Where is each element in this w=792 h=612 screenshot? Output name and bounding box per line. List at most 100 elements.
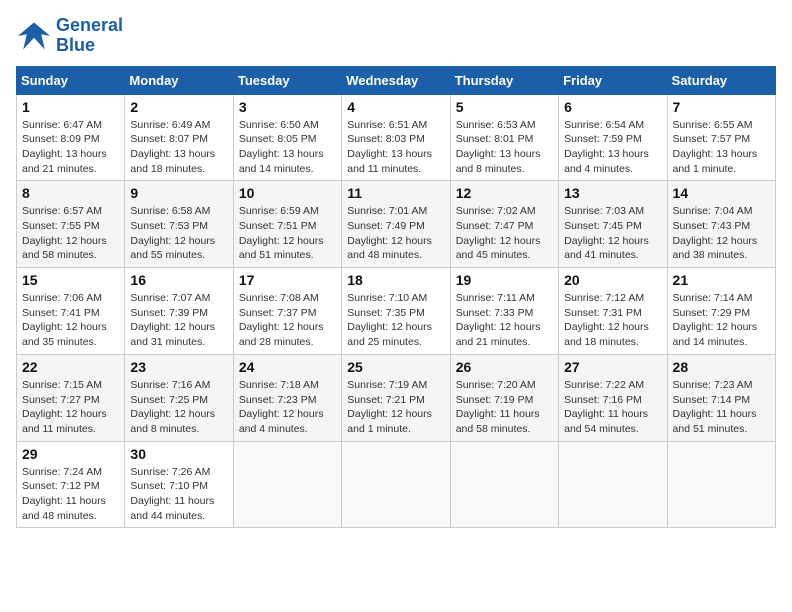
day-number: 24	[239, 359, 336, 375]
day-info: Sunrise: 7:08 AMSunset: 7:37 PMDaylight:…	[239, 291, 336, 350]
calendar-cell: 30 Sunrise: 7:26 AMSunset: 7:10 PMDaylig…	[125, 441, 233, 528]
calendar-cell: 17 Sunrise: 7:08 AMSunset: 7:37 PMDaylig…	[233, 268, 341, 355]
day-number: 22	[22, 359, 119, 375]
day-number: 3	[239, 99, 336, 115]
day-info: Sunrise: 7:20 AMSunset: 7:19 PMDaylight:…	[456, 378, 553, 437]
column-header-thursday: Thursday	[450, 66, 558, 94]
day-number: 19	[456, 272, 553, 288]
day-info: Sunrise: 6:49 AMSunset: 8:07 PMDaylight:…	[130, 118, 227, 177]
day-number: 13	[564, 185, 661, 201]
column-headers: SundayMondayTuesdayWednesdayThursdayFrid…	[17, 66, 776, 94]
day-info: Sunrise: 7:11 AMSunset: 7:33 PMDaylight:…	[456, 291, 553, 350]
calendar-cell: 3 Sunrise: 6:50 AMSunset: 8:05 PMDayligh…	[233, 94, 341, 181]
calendar-cell	[233, 441, 341, 528]
calendar-table: SundayMondayTuesdayWednesdayThursdayFrid…	[16, 66, 776, 529]
calendar-cell: 7 Sunrise: 6:55 AMSunset: 7:57 PMDayligh…	[667, 94, 775, 181]
logo: General Blue	[16, 16, 123, 56]
day-number: 2	[130, 99, 227, 115]
day-number: 29	[22, 446, 119, 462]
calendar-cell: 28 Sunrise: 7:23 AMSunset: 7:14 PMDaylig…	[667, 354, 775, 441]
day-number: 27	[564, 359, 661, 375]
day-info: Sunrise: 7:19 AMSunset: 7:21 PMDaylight:…	[347, 378, 444, 437]
calendar-cell: 29 Sunrise: 7:24 AMSunset: 7:12 PMDaylig…	[17, 441, 125, 528]
column-header-friday: Friday	[559, 66, 667, 94]
day-info: Sunrise: 7:26 AMSunset: 7:10 PMDaylight:…	[130, 465, 227, 524]
calendar-cell: 15 Sunrise: 7:06 AMSunset: 7:41 PMDaylig…	[17, 268, 125, 355]
day-number: 30	[130, 446, 227, 462]
calendar-cell: 5 Sunrise: 6:53 AMSunset: 8:01 PMDayligh…	[450, 94, 558, 181]
day-number: 25	[347, 359, 444, 375]
day-number: 7	[673, 99, 770, 115]
calendar-cell: 21 Sunrise: 7:14 AMSunset: 7:29 PMDaylig…	[667, 268, 775, 355]
day-number: 8	[22, 185, 119, 201]
day-number: 14	[673, 185, 770, 201]
day-info: Sunrise: 7:07 AMSunset: 7:39 PMDaylight:…	[130, 291, 227, 350]
calendar-cell: 20 Sunrise: 7:12 AMSunset: 7:31 PMDaylig…	[559, 268, 667, 355]
column-header-monday: Monday	[125, 66, 233, 94]
day-info: Sunrise: 6:47 AMSunset: 8:09 PMDaylight:…	[22, 118, 119, 177]
day-number: 28	[673, 359, 770, 375]
logo-icon	[16, 18, 52, 54]
calendar-cell: 11 Sunrise: 7:01 AMSunset: 7:49 PMDaylig…	[342, 181, 450, 268]
day-info: Sunrise: 6:55 AMSunset: 7:57 PMDaylight:…	[673, 118, 770, 177]
calendar-cell	[667, 441, 775, 528]
day-info: Sunrise: 7:12 AMSunset: 7:31 PMDaylight:…	[564, 291, 661, 350]
day-number: 12	[456, 185, 553, 201]
day-info: Sunrise: 6:57 AMSunset: 7:55 PMDaylight:…	[22, 204, 119, 263]
calendar-cell: 27 Sunrise: 7:22 AMSunset: 7:16 PMDaylig…	[559, 354, 667, 441]
calendar-week-5: 29 Sunrise: 7:24 AMSunset: 7:12 PMDaylig…	[17, 441, 776, 528]
day-info: Sunrise: 7:22 AMSunset: 7:16 PMDaylight:…	[564, 378, 661, 437]
day-info: Sunrise: 7:02 AMSunset: 7:47 PMDaylight:…	[456, 204, 553, 263]
day-number: 20	[564, 272, 661, 288]
day-info: Sunrise: 6:50 AMSunset: 8:05 PMDaylight:…	[239, 118, 336, 177]
calendar-week-1: 1 Sunrise: 6:47 AMSunset: 8:09 PMDayligh…	[17, 94, 776, 181]
day-info: Sunrise: 6:53 AMSunset: 8:01 PMDaylight:…	[456, 118, 553, 177]
day-info: Sunrise: 7:04 AMSunset: 7:43 PMDaylight:…	[673, 204, 770, 263]
day-info: Sunrise: 6:59 AMSunset: 7:51 PMDaylight:…	[239, 204, 336, 263]
calendar-week-4: 22 Sunrise: 7:15 AMSunset: 7:27 PMDaylig…	[17, 354, 776, 441]
day-number: 6	[564, 99, 661, 115]
calendar-cell: 4 Sunrise: 6:51 AMSunset: 8:03 PMDayligh…	[342, 94, 450, 181]
calendar-cell: 22 Sunrise: 7:15 AMSunset: 7:27 PMDaylig…	[17, 354, 125, 441]
calendar-cell: 1 Sunrise: 6:47 AMSunset: 8:09 PMDayligh…	[17, 94, 125, 181]
day-number: 18	[347, 272, 444, 288]
day-number: 23	[130, 359, 227, 375]
day-number: 5	[456, 99, 553, 115]
calendar-cell: 2 Sunrise: 6:49 AMSunset: 8:07 PMDayligh…	[125, 94, 233, 181]
calendar-cell: 25 Sunrise: 7:19 AMSunset: 7:21 PMDaylig…	[342, 354, 450, 441]
day-number: 16	[130, 272, 227, 288]
day-info: Sunrise: 7:01 AMSunset: 7:49 PMDaylight:…	[347, 204, 444, 263]
calendar-cell: 24 Sunrise: 7:18 AMSunset: 7:23 PMDaylig…	[233, 354, 341, 441]
day-number: 4	[347, 99, 444, 115]
day-info: Sunrise: 7:24 AMSunset: 7:12 PMDaylight:…	[22, 465, 119, 524]
day-number: 9	[130, 185, 227, 201]
day-info: Sunrise: 7:03 AMSunset: 7:45 PMDaylight:…	[564, 204, 661, 263]
calendar-cell: 26 Sunrise: 7:20 AMSunset: 7:19 PMDaylig…	[450, 354, 558, 441]
column-header-sunday: Sunday	[17, 66, 125, 94]
calendar-cell: 23 Sunrise: 7:16 AMSunset: 7:25 PMDaylig…	[125, 354, 233, 441]
calendar-cell: 9 Sunrise: 6:58 AMSunset: 7:53 PMDayligh…	[125, 181, 233, 268]
day-number: 26	[456, 359, 553, 375]
calendar-cell	[450, 441, 558, 528]
day-number: 21	[673, 272, 770, 288]
calendar-cell: 16 Sunrise: 7:07 AMSunset: 7:39 PMDaylig…	[125, 268, 233, 355]
day-number: 11	[347, 185, 444, 201]
day-info: Sunrise: 7:23 AMSunset: 7:14 PMDaylight:…	[673, 378, 770, 437]
calendar-cell: 12 Sunrise: 7:02 AMSunset: 7:47 PMDaylig…	[450, 181, 558, 268]
column-header-tuesday: Tuesday	[233, 66, 341, 94]
calendar-cell: 10 Sunrise: 6:59 AMSunset: 7:51 PMDaylig…	[233, 181, 341, 268]
day-number: 17	[239, 272, 336, 288]
calendar-cell	[559, 441, 667, 528]
calendar-cell: 19 Sunrise: 7:11 AMSunset: 7:33 PMDaylig…	[450, 268, 558, 355]
calendar-cell: 6 Sunrise: 6:54 AMSunset: 7:59 PMDayligh…	[559, 94, 667, 181]
day-number: 15	[22, 272, 119, 288]
day-info: Sunrise: 6:58 AMSunset: 7:53 PMDaylight:…	[130, 204, 227, 263]
calendar-cell: 8 Sunrise: 6:57 AMSunset: 7:55 PMDayligh…	[17, 181, 125, 268]
column-header-saturday: Saturday	[667, 66, 775, 94]
day-number: 1	[22, 99, 119, 115]
day-info: Sunrise: 7:06 AMSunset: 7:41 PMDaylight:…	[22, 291, 119, 350]
day-info: Sunrise: 6:54 AMSunset: 7:59 PMDaylight:…	[564, 118, 661, 177]
calendar-week-2: 8 Sunrise: 6:57 AMSunset: 7:55 PMDayligh…	[17, 181, 776, 268]
day-info: Sunrise: 7:16 AMSunset: 7:25 PMDaylight:…	[130, 378, 227, 437]
logo-text: General Blue	[56, 16, 123, 56]
